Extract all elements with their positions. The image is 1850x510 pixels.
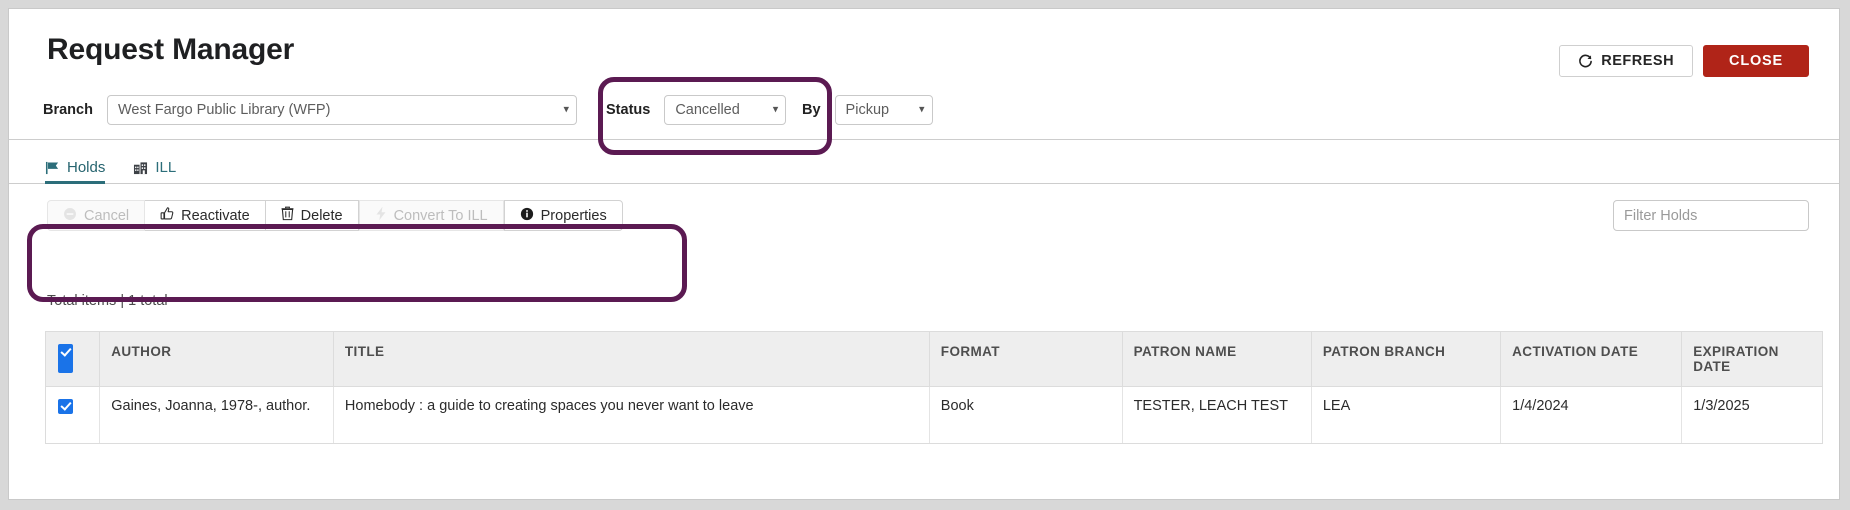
refresh-icon: [1578, 54, 1593, 69]
column-header-title[interactable]: TITLE: [333, 332, 930, 387]
column-header-activation-date[interactable]: ACTIVATION DATE: [1500, 332, 1683, 387]
action-button-toolbar: Cancel Reactivate Delete Convert To ILL …: [47, 200, 623, 231]
close-button[interactable]: CLOSE: [1703, 45, 1809, 77]
by-select-wrap: Pickup ▾: [834, 95, 933, 125]
cancel-button[interactable]: Cancel: [47, 200, 146, 231]
cell-format: Book: [929, 386, 1123, 443]
branch-label: Branch: [43, 102, 93, 118]
cell-patron-name: TESTER, LEACH TEST: [1122, 386, 1312, 443]
tab-ill[interactable]: ILL: [133, 159, 176, 183]
by-filter-group: By Pickup ▾: [802, 95, 933, 125]
status-filter-group: Status Cancelled ▾: [606, 95, 787, 125]
cell-expiration-date: 1/3/2025: [1681, 386, 1822, 443]
by-label: By: [802, 102, 821, 118]
tab-bar: Holds ILL: [9, 140, 1839, 184]
row-checkbox[interactable]: [58, 398, 73, 414]
header-actions: REFRESH CLOSE: [1559, 45, 1809, 77]
request-manager-window: Request Manager REFRESH CLOSE Branch Wes…: [8, 8, 1840, 500]
page-title: Request Manager: [47, 33, 295, 66]
properties-button-label: Properties: [540, 207, 607, 224]
reactivate-button-label: Reactivate: [181, 207, 250, 224]
cell-title: Homebody : a guide to creating spaces yo…: [333, 386, 930, 443]
cell-patron-branch: LEA: [1311, 386, 1502, 443]
table-header-row: AUTHOR TITLE FORMAT PATRON NAME PATRON B…: [46, 332, 1822, 387]
window-header: Request Manager REFRESH CLOSE: [9, 9, 1839, 81]
cell-author: Gaines, Joanna, 1978-, author.: [99, 386, 334, 443]
row-select-cell: [46, 386, 101, 443]
tab-holds-label: Holds: [67, 159, 106, 176]
column-header-author[interactable]: AUTHOR: [99, 332, 334, 387]
total-items-label: Total items | 1 total: [47, 293, 168, 309]
thumbs-up-icon: [160, 206, 174, 225]
close-button-label: CLOSE: [1729, 53, 1783, 69]
status-select-wrap: Cancelled ▾: [664, 95, 787, 125]
flag-icon: [45, 161, 60, 175]
trash-icon: [281, 206, 294, 225]
column-header-format[interactable]: FORMAT: [929, 332, 1123, 387]
delete-button-label: Delete: [300, 207, 343, 224]
by-select[interactable]: Pickup: [834, 95, 933, 125]
status-select[interactable]: Cancelled: [664, 95, 787, 125]
column-header-expiration-date[interactable]: EXPIRATION DATE: [1681, 332, 1822, 387]
info-circle-icon: [520, 207, 534, 225]
filter-holds-input[interactable]: [1613, 200, 1809, 231]
cancel-button-label: Cancel: [84, 207, 130, 224]
cell-activation-date: 1/4/2024: [1500, 386, 1683, 443]
convert-to-ill-button-label: Convert To ILL: [393, 207, 488, 224]
table-row[interactable]: Gaines, Joanna, 1978-, author. Homebody …: [46, 386, 1822, 443]
filter-bar: Branch West Fargo Public Library (WFP) ▾…: [9, 81, 1839, 139]
delete-button[interactable]: Delete: [265, 200, 359, 231]
reactivate-button[interactable]: Reactivate: [145, 200, 266, 231]
convert-to-ill-button[interactable]: Convert To ILL: [358, 200, 504, 231]
branch-select[interactable]: West Fargo Public Library (WFP): [106, 95, 577, 125]
refresh-button-label: REFRESH: [1601, 53, 1675, 69]
holds-table: AUTHOR TITLE FORMAT PATRON NAME PATRON B…: [45, 331, 1823, 444]
tab-ill-label: ILL: [155, 159, 177, 176]
column-header-patron-name[interactable]: PATRON NAME: [1122, 332, 1312, 387]
column-header-patron-branch[interactable]: PATRON BRANCH: [1311, 332, 1502, 387]
branch-filter-group: Branch West Fargo Public Library (WFP) ▾: [43, 95, 577, 125]
select-all-header-cell: [46, 332, 101, 387]
refresh-button[interactable]: REFRESH: [1559, 45, 1694, 77]
tab-holds[interactable]: Holds: [45, 159, 106, 184]
status-label: Status: [606, 102, 651, 118]
select-all-checkbox[interactable]: [58, 344, 73, 373]
branch-select-wrap: West Fargo Public Library (WFP) ▾: [106, 95, 577, 125]
library-building-icon: [133, 161, 148, 175]
action-toolbar-row: Cancel Reactivate Delete Convert To ILL …: [9, 184, 1839, 246]
properties-button[interactable]: Properties: [503, 200, 623, 231]
cancel-circle-icon: [63, 207, 77, 225]
lightning-bolt-icon: [375, 206, 387, 225]
